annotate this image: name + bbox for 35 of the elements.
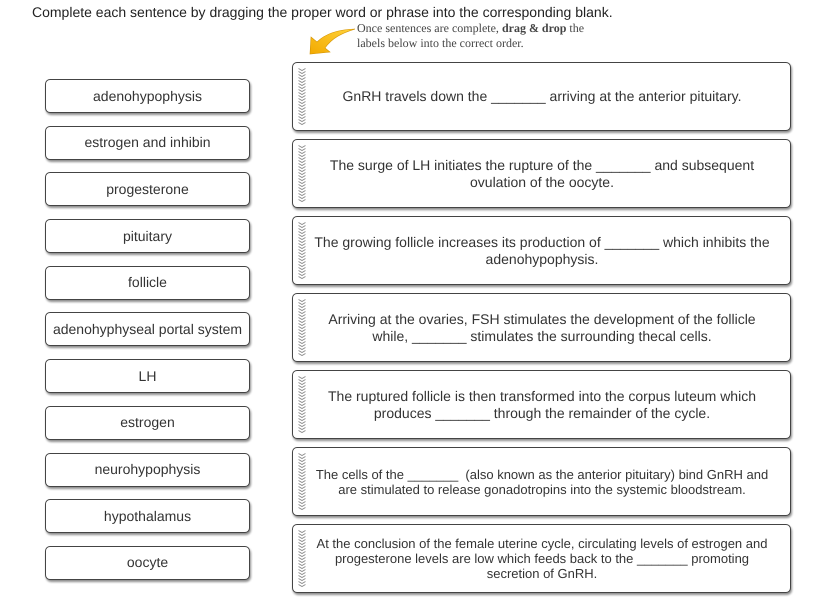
sentence-card[interactable]: GnRH travels down the _______ arriving at the anterior pituitary. xyxy=(292,62,791,131)
answer-tile[interactable]: pituitary xyxy=(45,219,250,254)
sentence-card[interactable]: The cells of the _______ (also known as the anterior pituitary) bind GnRH and are stimulated to release gonadotropins into the systemic bloodstream. xyxy=(292,447,791,516)
drag-handle-icon[interactable] xyxy=(298,453,306,510)
answer-tile[interactable]: estrogen and inhibin xyxy=(45,126,250,160)
answer-tile[interactable]: LH xyxy=(45,359,250,394)
sentence-text: At the conclusion of the female uterine cycle, circulating levels of estrogen and progesterone levels are low which feeds back to the _______ promoting secretion of GnRH. xyxy=(316,536,768,581)
drag-handle-icon[interactable] xyxy=(298,68,306,125)
answer-tile[interactable]: neurohypophysis xyxy=(45,452,250,486)
drag-handle-icon[interactable] xyxy=(298,299,306,356)
hint-text: Once sentences are complete, drag & drop the labels below into the correct order. xyxy=(357,21,584,50)
sentence-card[interactable]: The surge of LH initiates the rupture of the _______ and subsequent ovulation of the oocyte. xyxy=(292,139,791,208)
sentence-text: The surge of LH initiates the rupture of the _______ and subsequent ovulation of the oocyte. xyxy=(330,157,754,190)
answer-tile[interactable]: progesterone xyxy=(45,172,250,206)
answer-tile[interactable]: oocyte xyxy=(45,546,250,580)
drag-handle-icon[interactable] xyxy=(298,145,306,202)
answer-tile[interactable]: hypothalamus xyxy=(45,499,250,534)
sentence-card[interactable]: Arriving at the ovaries, FSH stimulates the development of the follicle while, _______ stimulates the surrounding thecal cells. xyxy=(292,293,791,362)
sentence-text: The ruptured follicle is then transformed into the corpus luteum which produces _______ through the remainder of the cycle. xyxy=(328,388,756,421)
sentence-card[interactable]: The growing follicle increases its production of _______ which inhibits the adenohypophysis. xyxy=(292,216,791,285)
answer-tile[interactable]: follicle xyxy=(45,266,250,300)
sentence-text: The cells of the _______ (also known as the anterior pituitary) bind GnRH and are stimulated to release gonadotropins into the systemic bloodstream. xyxy=(316,466,768,496)
drag-handle-icon[interactable] xyxy=(298,376,306,433)
drag-handle-icon[interactable] xyxy=(298,530,306,587)
drag-handle-icon[interactable] xyxy=(298,222,306,279)
sentence-card[interactable]: The ruptured follicle is then transformed into the corpus luteum which produces _______ through the remainder of the cycle. xyxy=(292,370,791,439)
sentence-card[interactable]: At the conclusion of the female uterine cycle, circulating levels of estrogen and progesterone levels are low which feeds back to the _______ promoting secretion of GnRH. xyxy=(292,524,791,593)
answer-tile[interactable]: adenohyphyseal portal system xyxy=(45,312,250,346)
answer-tile[interactable]: adenohypophysis xyxy=(45,79,250,113)
answer-tile[interactable]: estrogen xyxy=(45,406,250,440)
sentence-text: Arriving at the ovaries, FSH stimulates the development of the follicle while, _______ stimulates the surrounding thecal cells. xyxy=(328,311,756,344)
sentence-text: The growing follicle increases its production of _______ which inhibits the adenohypophysis. xyxy=(314,234,770,267)
instruction-text: Complete each sentence by dragging the proper word or phrase into the corresponding blank. xyxy=(32,4,613,20)
arrow-icon xyxy=(309,28,355,55)
sentence-text: GnRH travels down the _______ arriving at the anterior pituitary. xyxy=(342,88,742,105)
